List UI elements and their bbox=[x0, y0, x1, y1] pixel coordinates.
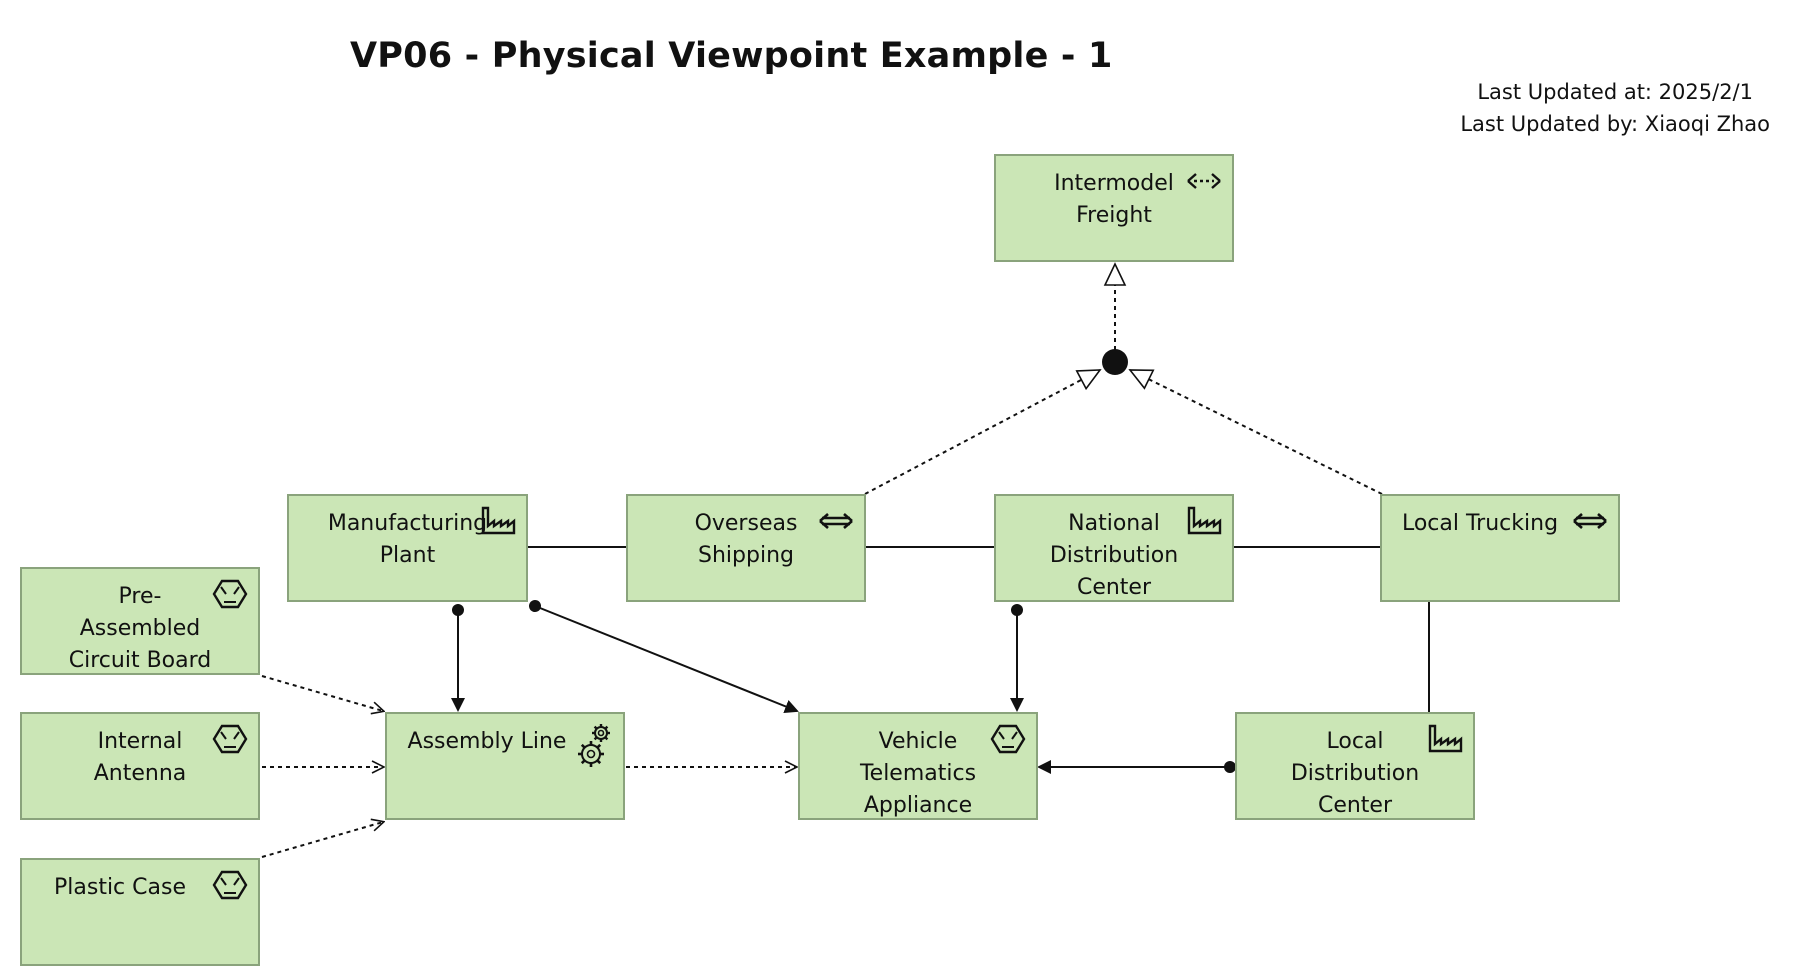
material-icon bbox=[210, 868, 250, 902]
flow-plasticcase-to-assembly bbox=[261, 822, 383, 858]
node-intermodel-freight[interactable]: Intermodel Freight bbox=[994, 154, 1234, 262]
equipment-icon bbox=[575, 720, 615, 772]
distribution-network-icon bbox=[1184, 164, 1224, 198]
material-icon bbox=[988, 722, 1028, 756]
flow-circuitboard-to-assembly bbox=[261, 675, 383, 711]
distribution-network-icon bbox=[816, 504, 856, 538]
connections-layer bbox=[261, 262, 1430, 858]
material-icon bbox=[210, 577, 250, 611]
node-plastic-case[interactable]: Plastic Case bbox=[20, 858, 260, 966]
node-label: Plastic Case bbox=[54, 875, 186, 900]
node-label: Local Trucking bbox=[1401, 511, 1559, 536]
node-national-distribution-center[interactable]: National Distribution Center bbox=[994, 494, 1234, 602]
facility-icon bbox=[1425, 722, 1465, 756]
junction bbox=[1102, 349, 1128, 375]
node-local-trucking[interactable]: Local Trucking bbox=[1380, 494, 1620, 602]
material-icon bbox=[210, 722, 250, 756]
node-local-distribution-center[interactable]: Local Distribution Center bbox=[1235, 712, 1475, 820]
assignment-manufacturing-to-telematics bbox=[529, 600, 799, 714]
realization-localtrucking-to-junction bbox=[1128, 369, 1383, 495]
node-assembly-line[interactable]: Assembly Line bbox=[385, 712, 625, 820]
node-overseas-shipping[interactable]: Overseas Shipping bbox=[626, 494, 866, 602]
node-manufacturing-plant[interactable]: Manufacturing Plant bbox=[287, 494, 528, 602]
node-internal-antenna[interactable]: Internal Antenna bbox=[20, 712, 260, 820]
facility-icon bbox=[478, 504, 518, 538]
node-vehicle-telematics-appliance[interactable]: Vehicle Telematics Appliance bbox=[798, 712, 1038, 820]
distribution-network-icon bbox=[1570, 504, 1610, 538]
node-label: Assembly Line bbox=[407, 729, 567, 754]
realization-overseas-to-junction bbox=[864, 369, 1102, 495]
node-pre-assembled-circuit-board[interactable]: Pre- Assembled Circuit Board bbox=[20, 567, 260, 675]
facility-icon bbox=[1184, 504, 1224, 538]
